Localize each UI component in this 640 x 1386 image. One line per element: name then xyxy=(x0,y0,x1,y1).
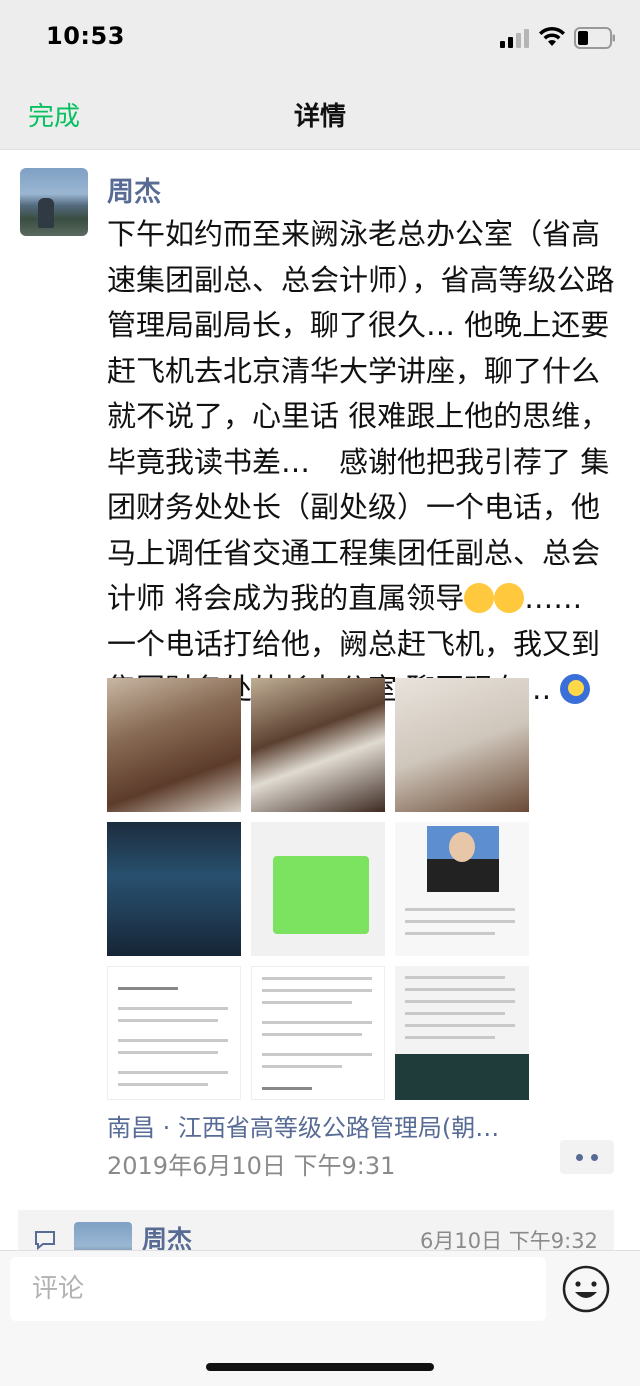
more-dots-icon xyxy=(576,1154,583,1161)
office-desk-photo[interactable] xyxy=(107,678,241,812)
nav-bar: 完成 详情 xyxy=(0,80,640,150)
location-link[interactable]: 南昌 · 江西省高等级公路管理局(朝… xyxy=(107,1108,537,1143)
page-title: 详情 xyxy=(293,102,346,132)
company-directory-photo[interactable] xyxy=(107,822,241,956)
photo-grid xyxy=(107,678,529,1100)
post-timestamp: 2019年6月10日 下午9:31 xyxy=(107,1152,396,1180)
crying-laugh-emoji-icon xyxy=(464,583,495,613)
chat-screenshot-photo[interactable] xyxy=(251,822,385,956)
status-bar: 10:53 xyxy=(0,0,640,80)
status-time: 10:53 xyxy=(46,22,125,50)
more-actions-button[interactable] xyxy=(560,1140,614,1174)
author-avatar[interactable] xyxy=(20,168,88,236)
resume-page-photo[interactable] xyxy=(107,966,241,1100)
comment-bubble-icon xyxy=(35,1231,55,1250)
home-indicator xyxy=(206,1363,434,1371)
comment-input[interactable] xyxy=(10,1257,546,1321)
profile-photo[interactable] xyxy=(395,822,529,956)
work-division-photo[interactable] xyxy=(395,966,529,1100)
post-text: 下午如约而至来阙泳老总办公室（省高速集团副总、总会计师），省高等级公路管理局副局… xyxy=(107,212,617,713)
moment-post: 周杰 下午如约而至来阙泳老总办公室（省高速集团副总、总会计师），省高等级公路管理… xyxy=(0,150,640,1250)
office-documents-photo[interactable] xyxy=(251,678,385,812)
moon-emoji-icon xyxy=(560,674,591,704)
wifi-icon xyxy=(539,26,565,46)
career-history-photo[interactable] xyxy=(251,966,385,1100)
emoji-button-icon[interactable] xyxy=(562,1265,610,1313)
document-closeup-photo[interactable] xyxy=(395,678,529,812)
post-text-part-1: 下午如约而至来阙泳老总办公室（省高速集团副总、总会计师），省高等级公路管理局副局… xyxy=(107,217,615,615)
crying-laugh-emoji-icon xyxy=(494,583,525,613)
signal-icon xyxy=(500,29,529,48)
comment-input-bar xyxy=(0,1250,640,1386)
battery-icon xyxy=(574,27,615,49)
author-name[interactable]: 周杰 xyxy=(107,170,161,209)
